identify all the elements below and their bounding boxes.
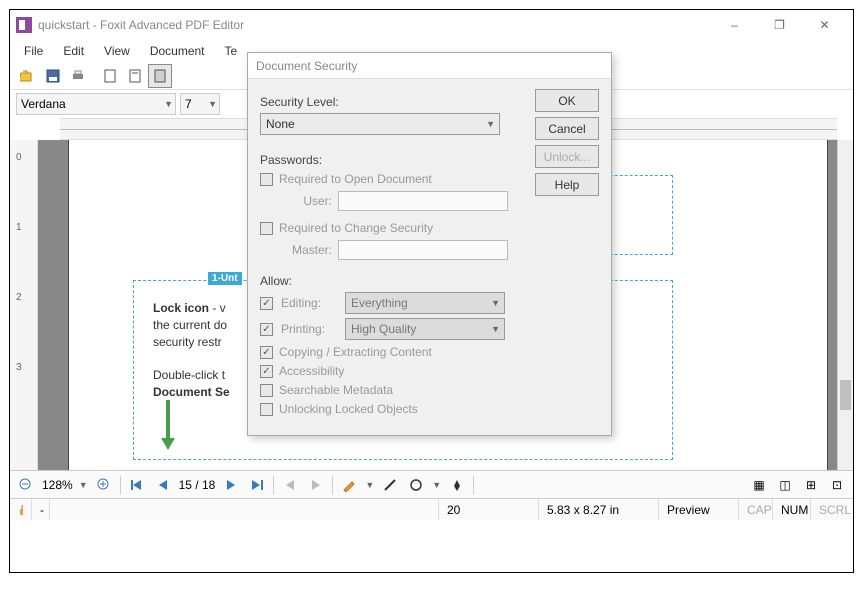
editing-label: Editing: bbox=[281, 296, 337, 310]
status-dims: 5.83 x 8.27 in bbox=[539, 499, 659, 520]
tool3-icon[interactable]: ⊞ bbox=[801, 475, 821, 495]
open-icon[interactable] bbox=[16, 64, 40, 88]
last-page-icon[interactable] bbox=[247, 475, 267, 495]
printing-select: High Quality▼ bbox=[345, 318, 505, 340]
ok-button[interactable]: OK bbox=[535, 89, 599, 112]
app-icon bbox=[16, 17, 32, 33]
page-counter[interactable]: 15 / 18 bbox=[179, 478, 216, 492]
circle-icon[interactable] bbox=[406, 475, 426, 495]
pencil-icon[interactable] bbox=[339, 475, 359, 495]
menu-view[interactable]: View bbox=[96, 42, 138, 60]
menu-file[interactable]: File bbox=[16, 42, 51, 60]
lock-icon[interactable] bbox=[10, 499, 32, 520]
font-name-combo[interactable]: Verdana▼ bbox=[16, 93, 176, 115]
tool2-icon[interactable]: ◫ bbox=[775, 475, 795, 495]
zoom-dropdown-icon[interactable]: ▼ bbox=[79, 480, 88, 490]
printing-checkbox bbox=[260, 323, 273, 336]
next-page-icon[interactable] bbox=[221, 475, 241, 495]
close-button[interactable]: ✕ bbox=[802, 11, 847, 39]
printing-label: Printing: bbox=[281, 322, 337, 336]
line-icon[interactable] bbox=[380, 475, 400, 495]
vertical-scrollbar[interactable] bbox=[837, 140, 853, 470]
dialog-title: Document Security bbox=[248, 53, 611, 79]
cancel-button[interactable]: Cancel bbox=[535, 117, 599, 140]
security-level-select[interactable]: None▼ bbox=[260, 113, 500, 135]
minimize-button[interactable]: – bbox=[712, 11, 757, 39]
zoom-value[interactable]: 128% bbox=[42, 478, 73, 492]
master-password-input bbox=[338, 240, 508, 260]
font-size-combo[interactable]: 7▼ bbox=[180, 93, 220, 115]
page-icon[interactable] bbox=[98, 64, 122, 88]
first-page-icon[interactable] bbox=[127, 475, 147, 495]
required-open-label: Required to Open Document bbox=[279, 172, 432, 186]
unlock-button: Unlock... bbox=[535, 145, 599, 168]
accessibility-label: Accessibility bbox=[279, 364, 344, 378]
unlocking-checkbox bbox=[260, 403, 273, 416]
menu-document[interactable]: Document bbox=[142, 42, 213, 60]
window-title: quickstart - Foxit Advanced PDF Editor bbox=[38, 18, 712, 32]
status-preview: Preview bbox=[659, 499, 739, 520]
copying-label: Copying / Extracting Content bbox=[279, 345, 432, 359]
tool1-icon[interactable]: ▦ bbox=[749, 475, 769, 495]
required-open-checkbox bbox=[260, 173, 273, 186]
print-icon[interactable] bbox=[66, 64, 90, 88]
navigation-bar: 128% ▼ 15 / 18 ▼ ▼ ▦ ◫ ⊞ ⊡ bbox=[10, 470, 853, 498]
page3-icon[interactable] bbox=[148, 64, 172, 88]
user-label: User: bbox=[284, 194, 332, 208]
menu-edit[interactable]: Edit bbox=[55, 42, 92, 60]
status-scrl: SCRL bbox=[811, 499, 853, 520]
vertical-ruler: 0 1 2 3 bbox=[10, 140, 38, 470]
searchable-checkbox bbox=[260, 384, 273, 397]
status-page: 20 bbox=[439, 499, 539, 520]
help-button[interactable]: Help bbox=[535, 173, 599, 196]
required-change-checkbox bbox=[260, 222, 273, 235]
prev-view-icon[interactable] bbox=[280, 475, 300, 495]
next-view-icon[interactable] bbox=[306, 475, 326, 495]
element-tag: 1-Unt bbox=[208, 272, 242, 285]
zoom-in-icon[interactable] bbox=[94, 475, 114, 495]
copying-checkbox bbox=[260, 346, 273, 359]
user-password-input bbox=[338, 191, 508, 211]
searchable-label: Searchable Metadata bbox=[279, 383, 393, 397]
menu-text[interactable]: Te bbox=[217, 42, 246, 60]
status-num: NUM bbox=[773, 499, 811, 520]
zoom-out-icon[interactable] bbox=[16, 475, 36, 495]
pen-icon[interactable] bbox=[447, 475, 467, 495]
status-cap: CAP bbox=[739, 499, 773, 520]
master-label: Master: bbox=[284, 243, 332, 257]
prev-page-icon[interactable] bbox=[153, 475, 173, 495]
down-arrow-icon bbox=[158, 400, 178, 450]
maximize-button[interactable]: ❐ bbox=[757, 11, 802, 39]
page2-icon[interactable] bbox=[123, 64, 147, 88]
allow-label: Allow: bbox=[260, 274, 599, 288]
tool4-icon[interactable]: ⊡ bbox=[827, 475, 847, 495]
required-change-label: Required to Change Security bbox=[279, 221, 433, 235]
editing-checkbox bbox=[260, 297, 273, 310]
document-security-dialog: Document Security OK Cancel Unlock... He… bbox=[247, 52, 612, 436]
accessibility-checkbox bbox=[260, 365, 273, 378]
editing-select: Everything▼ bbox=[345, 292, 505, 314]
unlocking-label: Unlocking Locked Objects bbox=[279, 402, 418, 416]
status-bar: - 20 5.83 x 8.27 in Preview CAP NUM SCRL bbox=[10, 498, 853, 520]
titlebar: quickstart - Foxit Advanced PDF Editor –… bbox=[10, 10, 853, 40]
save-icon[interactable] bbox=[41, 64, 65, 88]
